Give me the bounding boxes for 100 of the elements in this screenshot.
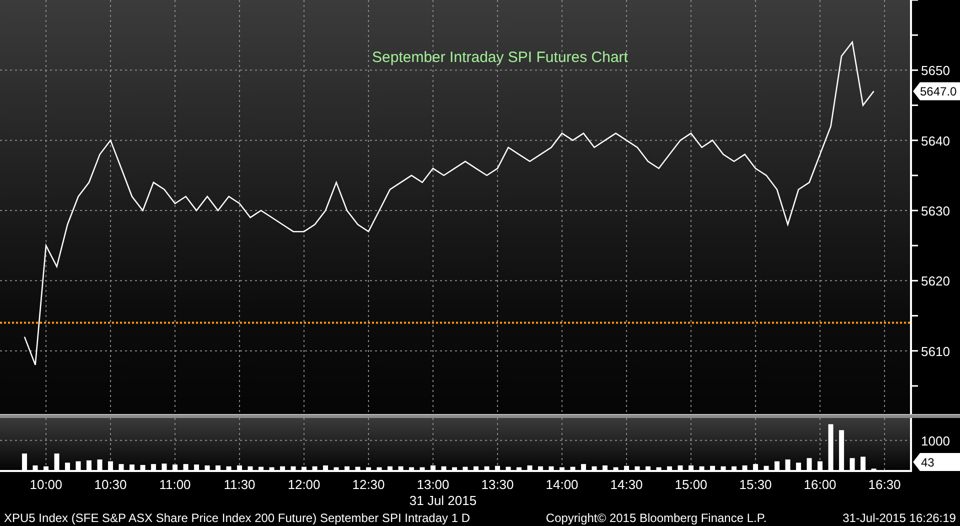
axis-label: 16:00: [804, 477, 836, 492]
volume-bar: [516, 467, 522, 470]
volume-bar: [560, 467, 565, 470]
last-price-tag: 5647.0: [913, 82, 960, 100]
volume-bar: [818, 461, 823, 470]
volume-bar: [484, 466, 490, 470]
volume-bar: [237, 465, 242, 470]
volume-bar: [495, 466, 500, 470]
volume-bar: [355, 466, 360, 470]
volume-bar: [226, 466, 232, 470]
volume-bar: [860, 456, 866, 470]
volume-bar: [344, 466, 350, 470]
volume-bar: [785, 459, 790, 470]
axis-label: 5630: [921, 204, 950, 218]
volume-bar: [710, 466, 716, 470]
axis-label: 15:00: [674, 477, 708, 492]
annotation: 5647.0: [920, 84, 958, 99]
volume-bar: [248, 466, 253, 470]
volume-bar: [334, 467, 339, 470]
volume-bar: [634, 466, 640, 470]
volume-bar: [118, 464, 124, 470]
volume-bar: [22, 454, 27, 470]
volume-bar: [474, 466, 479, 470]
axis-label: 5620: [921, 274, 950, 289]
volume-bar: [806, 458, 812, 470]
axis-label: 16:30: [868, 477, 901, 492]
date-label: 31 Jul 2015: [409, 493, 477, 508]
volume-bar: [388, 466, 393, 470]
axis-label: 14:30: [610, 477, 643, 492]
volume-bar: [774, 461, 780, 470]
axis-label: 11:30: [224, 477, 256, 492]
volume-bar: [699, 466, 704, 470]
volume-bar: [409, 467, 414, 470]
axis-label: 5650: [921, 63, 950, 78]
volume-bar: [581, 464, 586, 470]
volume-bar: [548, 466, 554, 470]
security-description: XPU5 Index (SFE S&P ASX Share Price Index 200 Future) September SPI Intraday 1 D: [4, 511, 470, 525]
volume-bar: [506, 466, 511, 470]
axis-label: 1000: [921, 433, 950, 448]
volume-bar: [204, 465, 210, 470]
volume-bar: [323, 465, 328, 470]
volume-bar: [312, 466, 318, 470]
annotation: 43: [921, 456, 935, 470]
axis-label: 11:00: [159, 477, 191, 492]
volume-bar: [452, 467, 458, 470]
volume-bar: [269, 467, 274, 470]
volume-bar: [216, 465, 221, 470]
volume-bar: [678, 465, 683, 470]
volume-bar: [462, 466, 468, 470]
volume-bar: [742, 465, 748, 470]
volume-bar: [140, 464, 146, 470]
volume-bar: [86, 460, 92, 470]
volume-bar: [764, 466, 769, 470]
axis-label: 13:00: [416, 477, 450, 492]
volume-bar: [527, 465, 532, 470]
axis-label: 14:00: [546, 477, 578, 492]
axis-label: 10:30: [94, 477, 127, 492]
timestamp: 31-Jul-2015 16:26:19: [842, 511, 956, 525]
axis-label: 15:30: [739, 477, 772, 492]
volume-bar: [613, 467, 618, 470]
volume-bar: [258, 466, 264, 470]
volume-bar: [108, 461, 114, 470]
volume-bar: [130, 464, 135, 470]
volume-bar: [398, 466, 404, 470]
volume-bar: [753, 464, 758, 470]
volume-bar: [76, 461, 81, 470]
volume-bar: [839, 430, 844, 470]
volume-bar: [732, 466, 737, 470]
axis-label: 12:00: [288, 477, 320, 492]
volume-bar: [538, 466, 544, 470]
volume-bar: [796, 462, 802, 470]
axis-label: 13:30: [481, 477, 514, 492]
volume-bar: [624, 466, 630, 470]
volume-bar: [602, 465, 608, 470]
last-volume-tag: 43: [913, 453, 960, 471]
volume-bar: [290, 466, 296, 470]
volume-bar: [430, 465, 436, 470]
volume-bar: [194, 464, 200, 470]
volume-bar: [54, 454, 60, 470]
volume-bar: [570, 466, 576, 470]
axis-label: 10:00: [30, 477, 62, 492]
volume-bar: [44, 466, 48, 470]
volume-bar: [151, 464, 156, 470]
volume-bar: [667, 466, 672, 470]
volume-bar: [441, 466, 446, 470]
axis-label: 5640: [921, 133, 950, 148]
chart-title: September Intraday SPI Futures Chart: [372, 49, 628, 66]
volume-bar: [65, 462, 70, 470]
volume-bar: [656, 467, 662, 470]
axis-label: 5610: [921, 344, 950, 359]
volume-bar: [376, 467, 382, 470]
volume-bar: [366, 467, 372, 470]
axis-label: 12:30: [352, 477, 385, 492]
volume-bar: [828, 424, 834, 470]
volume-bar: [688, 465, 694, 470]
volume-bar: [183, 464, 188, 470]
volume-bar: [172, 464, 178, 470]
volume-bar: [420, 467, 425, 470]
volume-bar: [32, 465, 38, 470]
volume-bar: [720, 466, 726, 470]
